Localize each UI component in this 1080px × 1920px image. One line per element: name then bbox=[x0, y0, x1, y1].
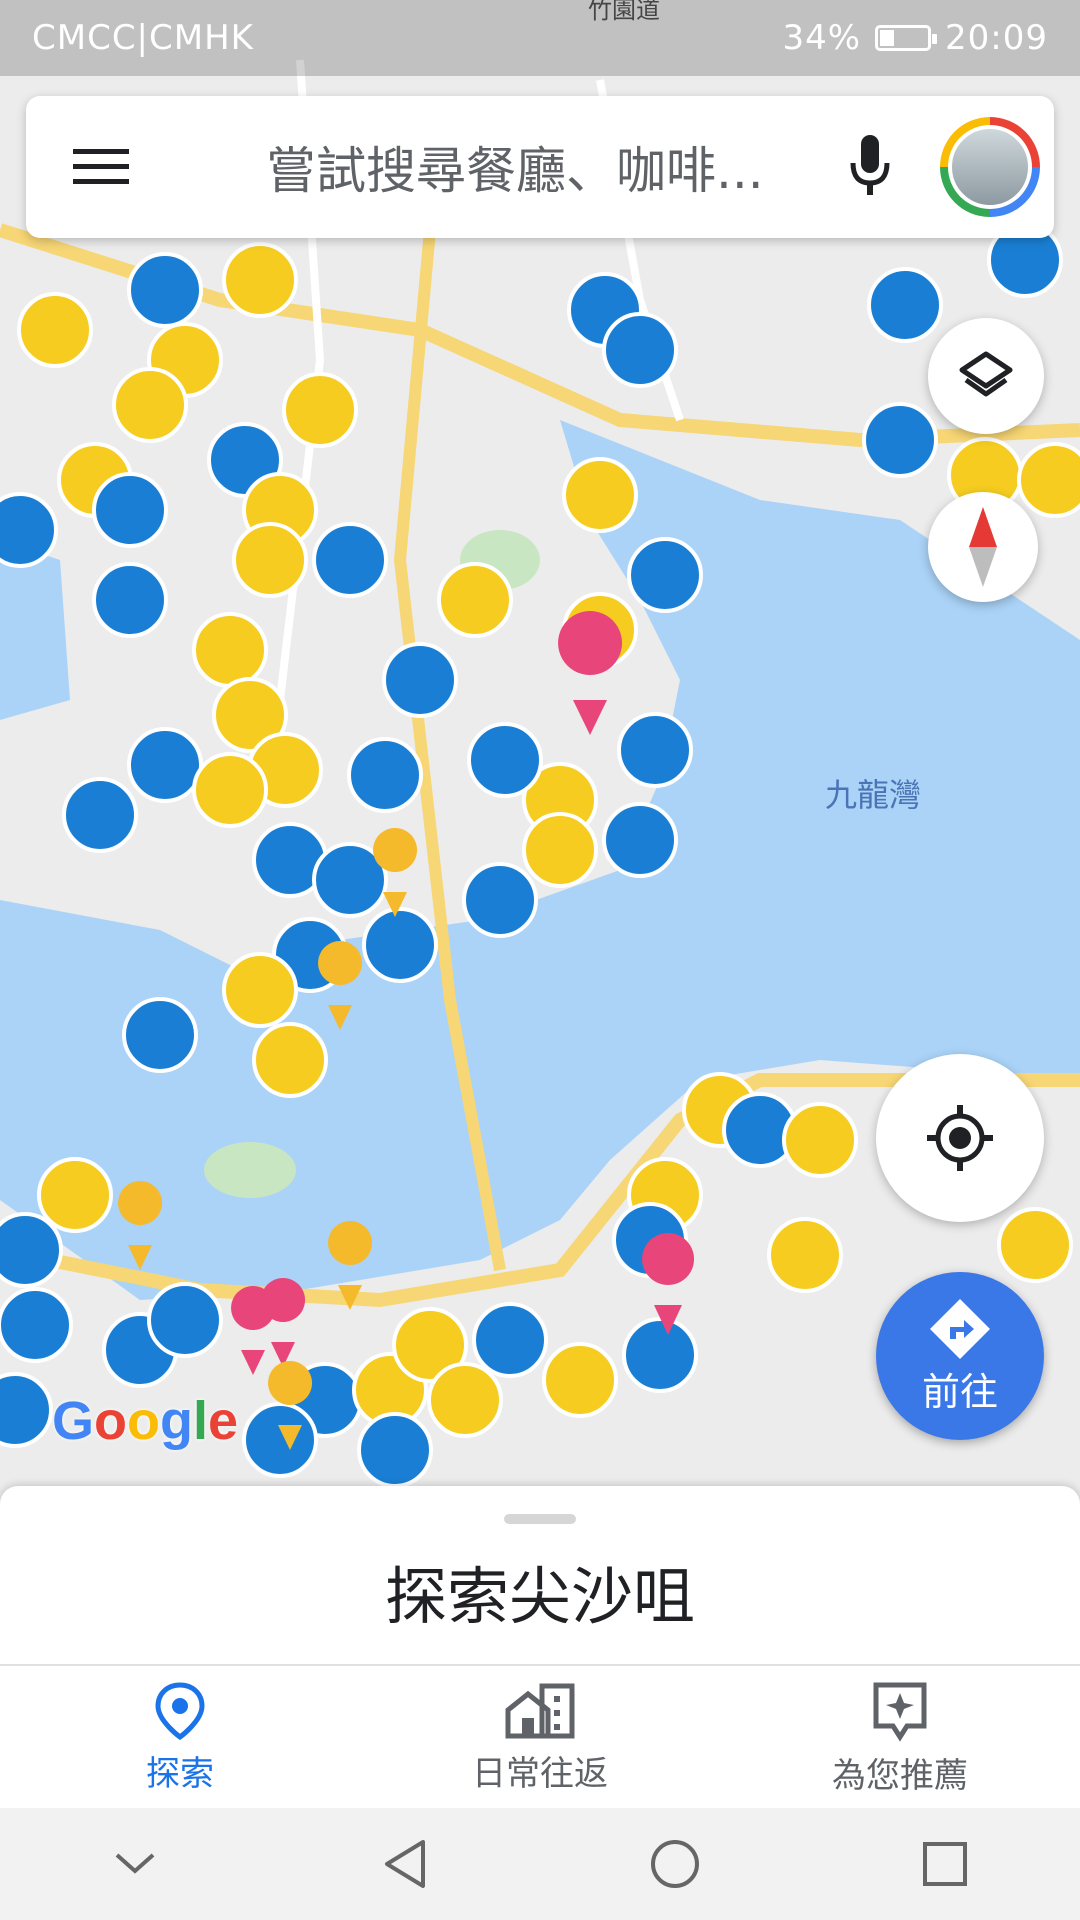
layers-icon bbox=[959, 351, 1013, 397]
menu-button[interactable] bbox=[26, 96, 176, 238]
tab-for-you-label: 為您推薦 bbox=[832, 1755, 968, 1796]
chevron-down-icon bbox=[115, 1853, 155, 1874]
commute-icon bbox=[505, 1683, 575, 1738]
crosshair-location-icon bbox=[927, 1105, 993, 1171]
system-recents-button[interactable] bbox=[885, 1808, 1005, 1920]
tab-for-you[interactable]: 為您推薦 bbox=[720, 1666, 1080, 1810]
carrier-text: CMCC|CMHK bbox=[32, 18, 254, 58]
battery-icon bbox=[875, 25, 938, 51]
battery-percent: 34% bbox=[782, 18, 862, 58]
recents-square-icon bbox=[923, 1842, 967, 1886]
home-circle-icon bbox=[651, 1840, 699, 1888]
directions-label: 前往 bbox=[921, 1369, 998, 1414]
for-you-icon bbox=[873, 1682, 927, 1742]
system-back-button[interactable] bbox=[345, 1808, 465, 1920]
my-location-button[interactable] bbox=[876, 1054, 1044, 1222]
voice-search-button[interactable] bbox=[820, 96, 920, 238]
tab-commute-label: 日常往返 bbox=[472, 1753, 608, 1794]
tab-explore-label: 探索 bbox=[146, 1753, 214, 1794]
hamburger-menu-icon bbox=[73, 149, 129, 184]
compass-icon bbox=[969, 507, 997, 587]
directions-button[interactable]: 前往 bbox=[876, 1272, 1044, 1440]
status-bar: CMCC|CMHK 34% 20:09 bbox=[0, 0, 1080, 76]
profile-photo bbox=[948, 125, 1032, 209]
directions-icon bbox=[930, 1298, 990, 1359]
google-logo: Google bbox=[52, 1391, 239, 1451]
microphone-icon bbox=[850, 135, 890, 195]
compass-button[interactable] bbox=[928, 492, 1038, 602]
layers-button[interactable] bbox=[928, 318, 1044, 434]
back-triangle-icon bbox=[385, 1840, 425, 1888]
tab-commute[interactable]: 日常往返 bbox=[360, 1666, 720, 1810]
clock: 20:09 bbox=[945, 18, 1048, 58]
account-avatar[interactable] bbox=[940, 117, 1040, 217]
explore-sheet[interactable]: 探索尖沙咀 bbox=[0, 1486, 1080, 1664]
system-home-button[interactable] bbox=[615, 1808, 735, 1920]
tab-explore[interactable]: 探索 bbox=[0, 1666, 360, 1810]
bay-label: 九龍灣 bbox=[825, 776, 921, 814]
search-input[interactable]: 嘗試搜尋餐廳、咖啡... bbox=[176, 131, 820, 203]
system-hide-button[interactable] bbox=[75, 1808, 195, 1920]
location-pin-icon bbox=[155, 1681, 205, 1740]
sheet-drag-handle[interactable] bbox=[504, 1514, 576, 1524]
system-navigation-bar bbox=[0, 1808, 1080, 1920]
bottom-navigation: 探索 日常往返 為您推薦 bbox=[0, 1664, 1080, 1810]
search-bar[interactable]: 嘗試搜尋餐廳、咖啡... bbox=[26, 96, 1054, 238]
sheet-title: 探索尖沙咀 bbox=[384, 1560, 695, 1633]
